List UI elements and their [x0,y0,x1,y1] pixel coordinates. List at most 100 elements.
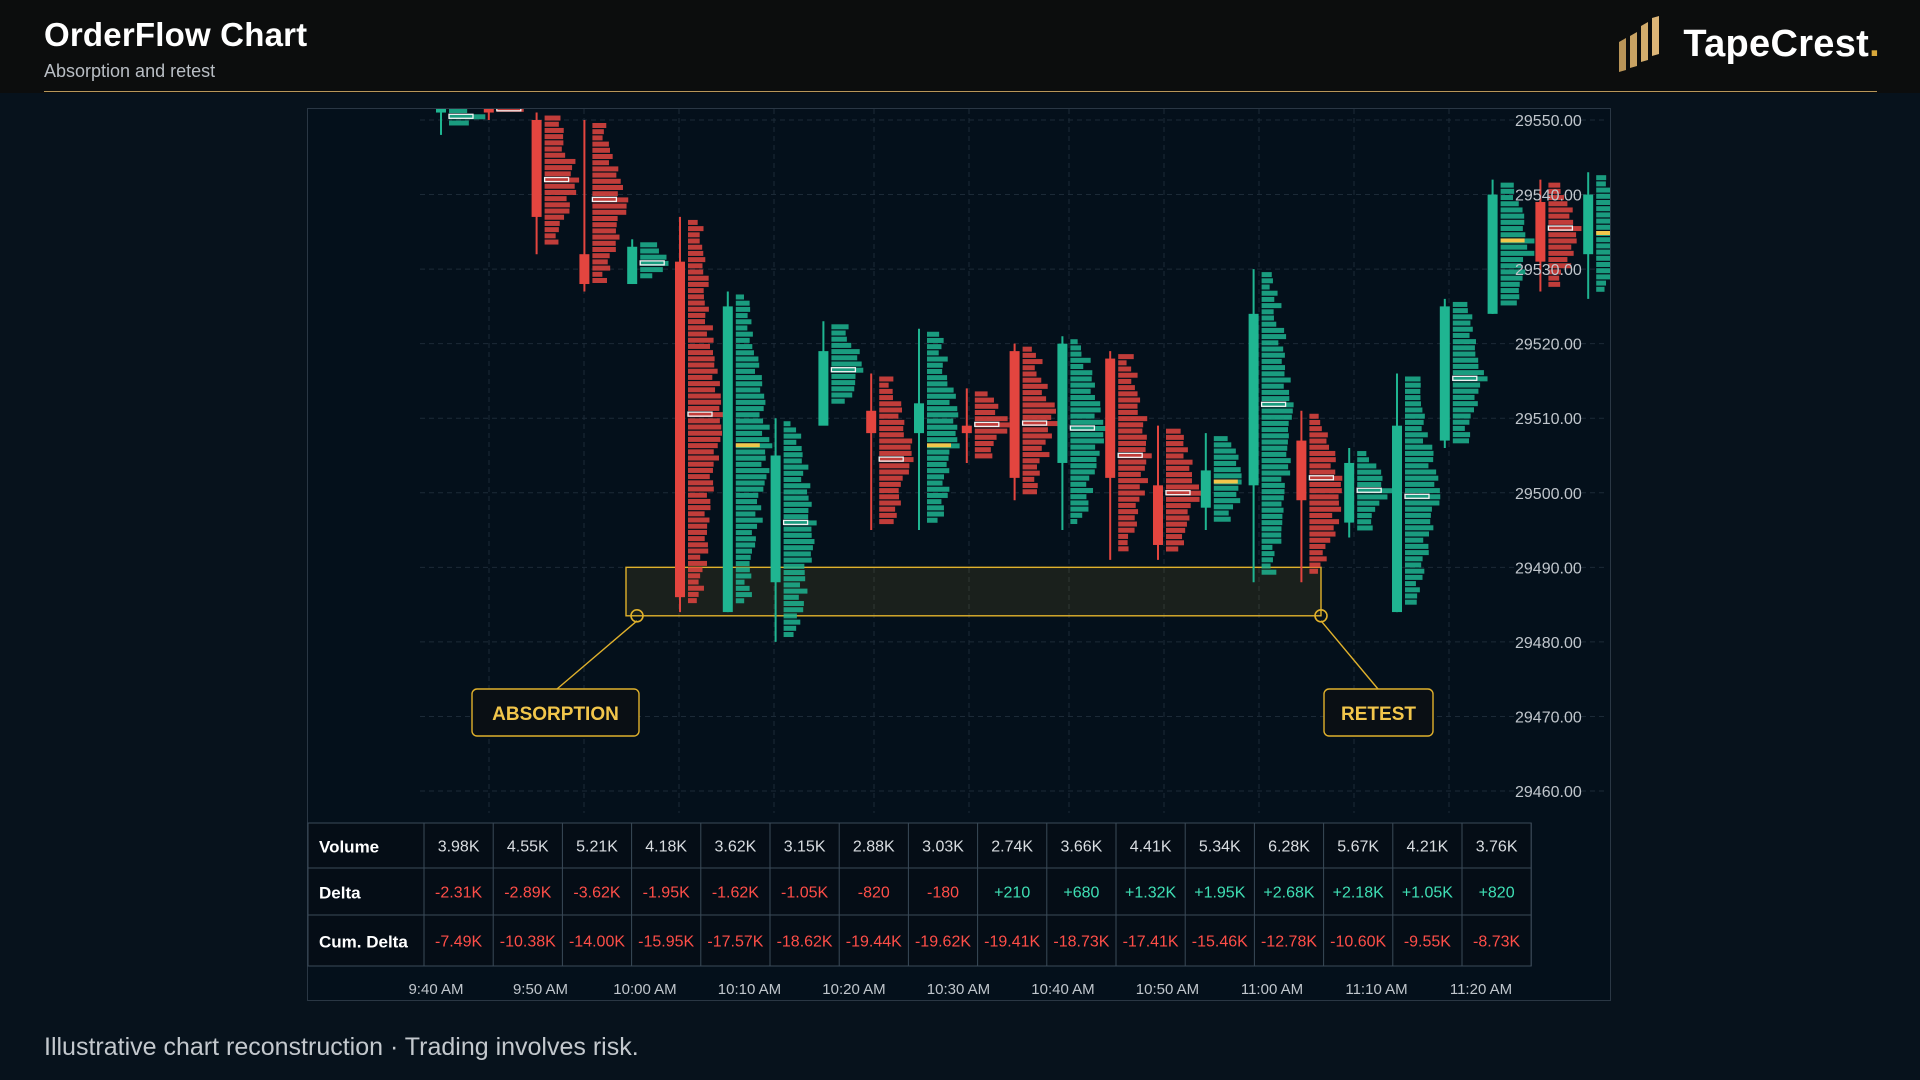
footprint-bar [1118,378,1132,384]
footprint-bar [1022,476,1035,482]
footprint-bar [927,424,958,430]
table-cell-value: -19.41K [984,934,1040,951]
x-tick-label: 9:40 AM [408,981,463,998]
footprint-bar [592,222,617,228]
poc-marker [1596,230,1610,235]
footprint-bar [1070,364,1084,370]
footprint-bar [688,405,720,411]
y-tick-label: 29500.00 [1515,486,1582,503]
footprint-bar [544,214,565,220]
footprint-bar [688,306,709,312]
footprint-bar [1548,244,1572,250]
footprint-bar [1357,500,1380,506]
footprint-bar [544,227,559,233]
footprint-bar [783,582,800,588]
footprint-bar [1070,457,1097,463]
footprint-bar [831,355,858,361]
footprint-bar [1357,506,1376,512]
table-cell-value: -15.95K [638,934,694,951]
footprint-bar [783,576,806,582]
footprint-bar [783,588,808,594]
footprint-bar [783,632,794,638]
footprint-bar [1213,436,1228,442]
footprint-bar [1261,303,1282,309]
footprint-bar [927,461,947,467]
footprint-bar [1118,354,1134,360]
footprint-bar [544,171,571,177]
footprint-bar [735,406,764,412]
footprint-bar [1357,519,1372,525]
footprint-bar [927,492,948,498]
footprint-bar [1070,345,1081,351]
candle-body [1153,485,1163,545]
footprint-bar [783,594,799,600]
footprint-bar [592,135,603,141]
table-cell-value: -8.73K [1473,934,1520,951]
table-cell-value: -19.44K [846,934,902,951]
footprint-bar [592,191,618,197]
footprint-bar [1118,422,1144,428]
footprint-bar [544,183,575,189]
footprint-bar [1261,290,1278,296]
footprint-bar [1261,470,1291,476]
footprint-bar [688,343,710,349]
footprint-bar [879,426,904,432]
footprint-bar [1070,413,1095,419]
footprint-bar [544,239,559,245]
footprint-bar [688,418,720,424]
footprint-bar [592,278,607,283]
footprint-bar [688,232,700,238]
footprint-bar [1452,394,1475,400]
footprint-bar [1118,533,1129,539]
footprint-bar [735,461,762,467]
footprint-bar [688,536,705,542]
x-tick-label: 11:20 AM [1450,981,1512,998]
footprint-bar [1500,207,1523,213]
footprint-bar [688,288,704,294]
x-tick-label: 10:20 AM [822,981,885,998]
footprint-bar [1405,488,1440,494]
footprint-bar [1357,469,1382,475]
footprint-bar [1452,388,1479,394]
footprint-bar [1261,513,1283,519]
footprint-bar [688,449,714,455]
footprint-bar [735,468,770,474]
footprint-bar [1261,327,1285,333]
footprint-bar [688,443,718,449]
footprint-bar [1022,433,1052,439]
footprint-bar [735,399,766,405]
table-cell-value: -1.62K [712,885,759,902]
footprint-bar [1261,538,1282,544]
footprint-bar [927,393,956,399]
footprint-bar [879,463,910,469]
footprint-bar [1261,389,1290,395]
footprint-bar [544,121,559,127]
table-row-label: Volume [319,838,379,857]
footprint-bar [688,492,707,498]
x-tick-label: 11:10 AM [1345,981,1407,998]
footprint-bar [735,300,750,306]
footprint-bar [1596,249,1610,255]
y-tick-label: 29530.00 [1515,262,1582,279]
footprint-bar [1405,444,1433,450]
footprint-bar [1261,377,1291,383]
footprint-bar [1022,483,1038,489]
footprint-bar [1309,506,1342,512]
footprint-bar [688,461,714,467]
footprint-bar [735,548,752,554]
footprint-bar [1118,428,1143,434]
footprint-bar [1118,546,1129,552]
y-tick-label: 29520.00 [1515,337,1582,354]
footprint-bar [783,421,791,427]
table-cell-value: 5.34K [1199,839,1241,856]
footprint-bar [1118,490,1145,496]
footprint-bar [1118,521,1137,527]
footprint-bar [927,350,939,356]
footprint-bar [1261,396,1290,402]
footprint-bar [1405,432,1428,438]
footprint-bar [831,392,853,398]
table-cell-value: -15.46K [1192,934,1248,951]
footprint-bar [1070,339,1078,345]
footprint-bar [1500,213,1525,219]
footprint-bar [449,120,469,126]
